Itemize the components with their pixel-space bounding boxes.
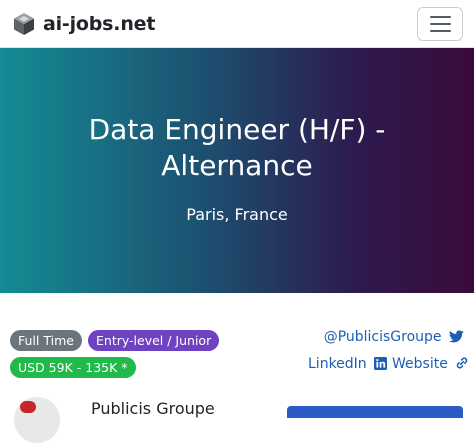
top-navbar: ai-jobs.net [0,0,474,48]
company-name: Publicis Groupe [91,399,215,418]
job-hero-banner: Data Engineer (H/F) - Alternance Paris, … [0,48,474,293]
salary-badge[interactable]: USD 59K - 135K * [10,357,136,378]
linkedin-label: LinkedIn [308,356,367,372]
twitter-link[interactable]: @PublicisGroupe [324,327,464,347]
link-chain-icon [457,357,468,369]
website-link[interactable]: Website [392,354,469,374]
brand-name: ai-jobs.net [43,13,156,35]
company-logo-mark [20,401,36,413]
twitter-handle: @PublicisGroupe [323,329,442,345]
cube-logo-icon [14,13,34,35]
hamburger-menu-icon-bar-2 [429,23,451,25]
level-badge[interactable]: Entry-level / Junior [88,330,220,351]
menu-toggle-button[interactable] [417,7,463,41]
employment-type-badge[interactable]: Full Time [10,330,82,351]
company-logo [14,397,60,443]
twitter-icon [448,330,464,343]
job-location: Paris, France [186,205,288,224]
hamburger-menu-icon-bar-3 [429,30,451,32]
linkedin-link[interactable]: LinkedIn [308,354,388,374]
apply-button[interactable] [287,406,463,418]
website-label: Website [392,356,448,372]
linkedin-icon [374,357,388,370]
hamburger-menu-icon [429,16,451,18]
brand-link[interactable]: ai-jobs.net [12,10,155,38]
job-title: Data Engineer (H/F) - Alternance [88,113,386,182]
